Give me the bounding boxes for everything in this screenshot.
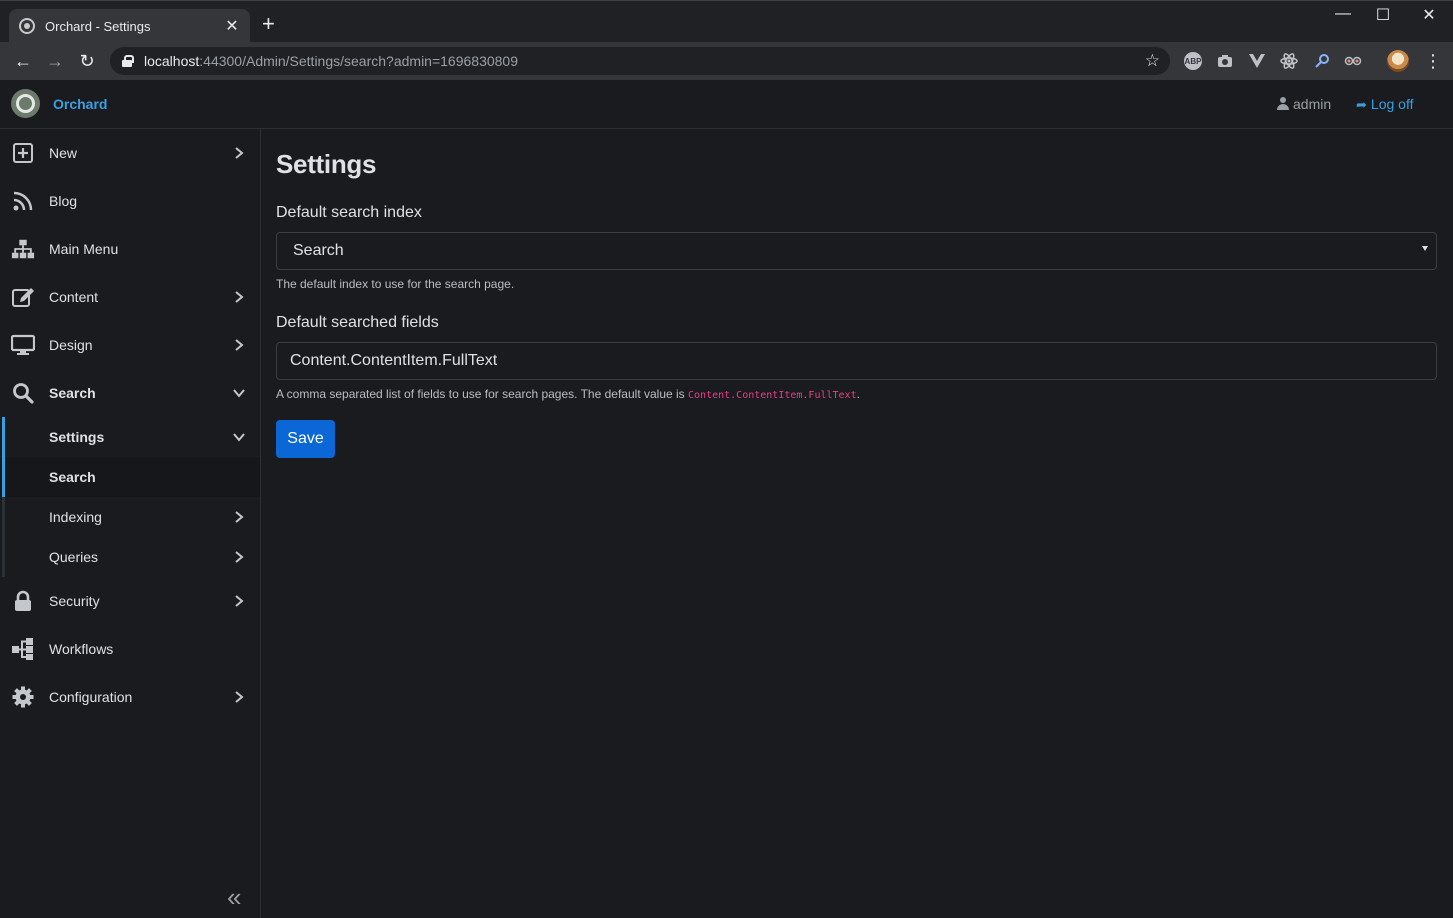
chevron-right-icon [231,549,247,565]
lock-icon [11,589,35,613]
abp-icon[interactable]: ABP [1184,52,1202,70]
sidebar-item-design[interactable]: Design [0,321,260,369]
sidebar-item-label: Search [49,385,96,401]
sidebar-item-blog[interactable]: Blog [0,177,260,225]
sidebar-item-new[interactable]: New [0,129,260,177]
default-index-value: Search [293,242,344,259]
log-off-label: Log off [1370,96,1414,112]
plus-square-icon [11,141,35,165]
searched-fields-label: Default searched fields [276,314,439,331]
chevron-right-icon [231,145,247,161]
chevron-right-icon [231,593,247,609]
sitemap-icon [11,237,35,261]
sidebar-item-main-menu[interactable]: Main Menu [0,225,260,273]
user-name: admin [1293,96,1332,112]
sidebar-item-label: Blog [49,193,78,209]
sidebar-item-label: Configuration [49,689,133,705]
reload-button[interactable]: ↻ [76,50,98,72]
user-menu[interactable]: admin [1277,96,1331,112]
cog-icon [11,685,35,709]
bookmark-star-icon[interactable]: ☆ [1145,51,1160,71]
tab-close-icon[interactable]: ✕ [224,16,240,36]
browser-toolbar: ← → ↻ localhost:44300/Admin/Settings/sea… [0,42,1453,80]
collapse-sidebar-button[interactable]: « [227,882,241,913]
chevron-right-icon [231,689,247,705]
close-window-button[interactable]: ✕ [1419,5,1439,25]
new-tab-button[interactable]: + [262,13,275,35]
browser-tab-strip: Orchard - Settings ✕ + — ☐ ✕ [0,0,1453,43]
vue-icon[interactable] [1248,52,1266,70]
profile-avatar[interactable] [1387,50,1409,72]
sidebar-item-label: Indexing [49,509,102,525]
workflow-icon [11,637,35,661]
sidebar-item-configuration[interactable]: Configuration [0,673,260,721]
browser-tab[interactable]: Orchard - Settings ✕ [9,9,250,43]
forward-button[interactable]: → [44,50,66,72]
sidebar-item-label: New [49,145,78,161]
brand-name[interactable]: Orchard [53,96,107,112]
searched-fields-hint: A comma separated list of fields to use … [276,387,860,401]
chevron-down-icon [231,429,247,445]
admin-header: Orchard admin ➦ Log off [0,80,1453,129]
url-path: :44300/Admin/Settings/search?admin=16968… [199,53,518,69]
desktop-icon [11,333,35,357]
search-icon [11,381,35,405]
submenu-active-indicator [2,417,5,497]
react-icon[interactable] [1280,52,1298,70]
save-button[interactable]: Save [276,420,335,458]
sidebar-item-search[interactable]: Search [0,369,260,417]
sidebar-item-content[interactable]: Content [0,273,260,321]
maximize-button[interactable]: ☐ [1373,5,1393,25]
sidebar-item-security[interactable]: Security [0,577,260,625]
sidebar-item-label: Security [49,593,100,609]
orchard-logo-icon[interactable] [11,89,40,118]
address-bar[interactable]: localhost:44300/Admin/Settings/search?ad… [110,47,1170,75]
tab-title: Orchard - Settings [45,18,151,34]
orchard-favicon-icon [19,18,35,34]
browser-menu-icon[interactable]: ⋮ [1424,51,1442,72]
back-button[interactable]: ← [12,50,34,72]
caret-down-icon [1422,246,1428,251]
sidebar-item-workflows[interactable]: Workflows [0,625,260,673]
log-off-link[interactable]: ➦ Log off [1356,96,1413,113]
sidebar-item-label: Settings [49,429,105,445]
lock-icon [122,55,134,67]
chevron-right-icon [231,289,247,305]
glasses-icon[interactable] [1344,52,1362,70]
chevron-down-icon [231,385,247,401]
admin-sidebar: New Blog Main Menu Content Design Search… [0,129,261,918]
sidebar-item-label: Main Menu [49,241,119,257]
sidebar-item-label: Search [49,469,96,485]
chevron-right-icon [231,337,247,353]
hint-suffix: . [856,387,860,401]
key-icon[interactable] [1313,52,1331,70]
hint-text: A comma separated list of fields to use … [276,387,689,401]
sign-out-icon: ➦ [1356,97,1367,112]
edit-icon [11,285,35,309]
hint-default-value: Content.ContentItem.FullText [688,390,857,401]
sidebar-subitem-search[interactable]: Search [0,457,260,497]
sidebar-item-label: Design [49,337,93,353]
rss-icon [11,189,35,213]
sidebar-subitem-indexing[interactable]: Indexing [0,497,260,537]
user-icon [1277,97,1289,110]
sidebar-subitem-queries[interactable]: Queries [0,537,260,577]
page-title: Settings [276,149,377,179]
default-index-label: Default search index [276,204,422,221]
sidebar-item-label: Content [49,289,99,305]
sidebar-item-label: Workflows [49,641,114,657]
url-host: localhost [144,53,200,69]
sidebar-subitem-settings[interactable]: Settings [0,417,260,457]
chevron-right-icon [231,509,247,525]
camera-icon[interactable] [1216,52,1234,70]
default-index-select[interactable]: Search [276,232,1437,270]
minimize-button[interactable]: — [1333,5,1353,23]
searched-fields-input[interactable]: Content.ContentItem.FullText [276,342,1437,380]
default-index-hint: The default index to use for the search … [276,277,515,291]
sidebar-item-label: Queries [49,549,99,565]
